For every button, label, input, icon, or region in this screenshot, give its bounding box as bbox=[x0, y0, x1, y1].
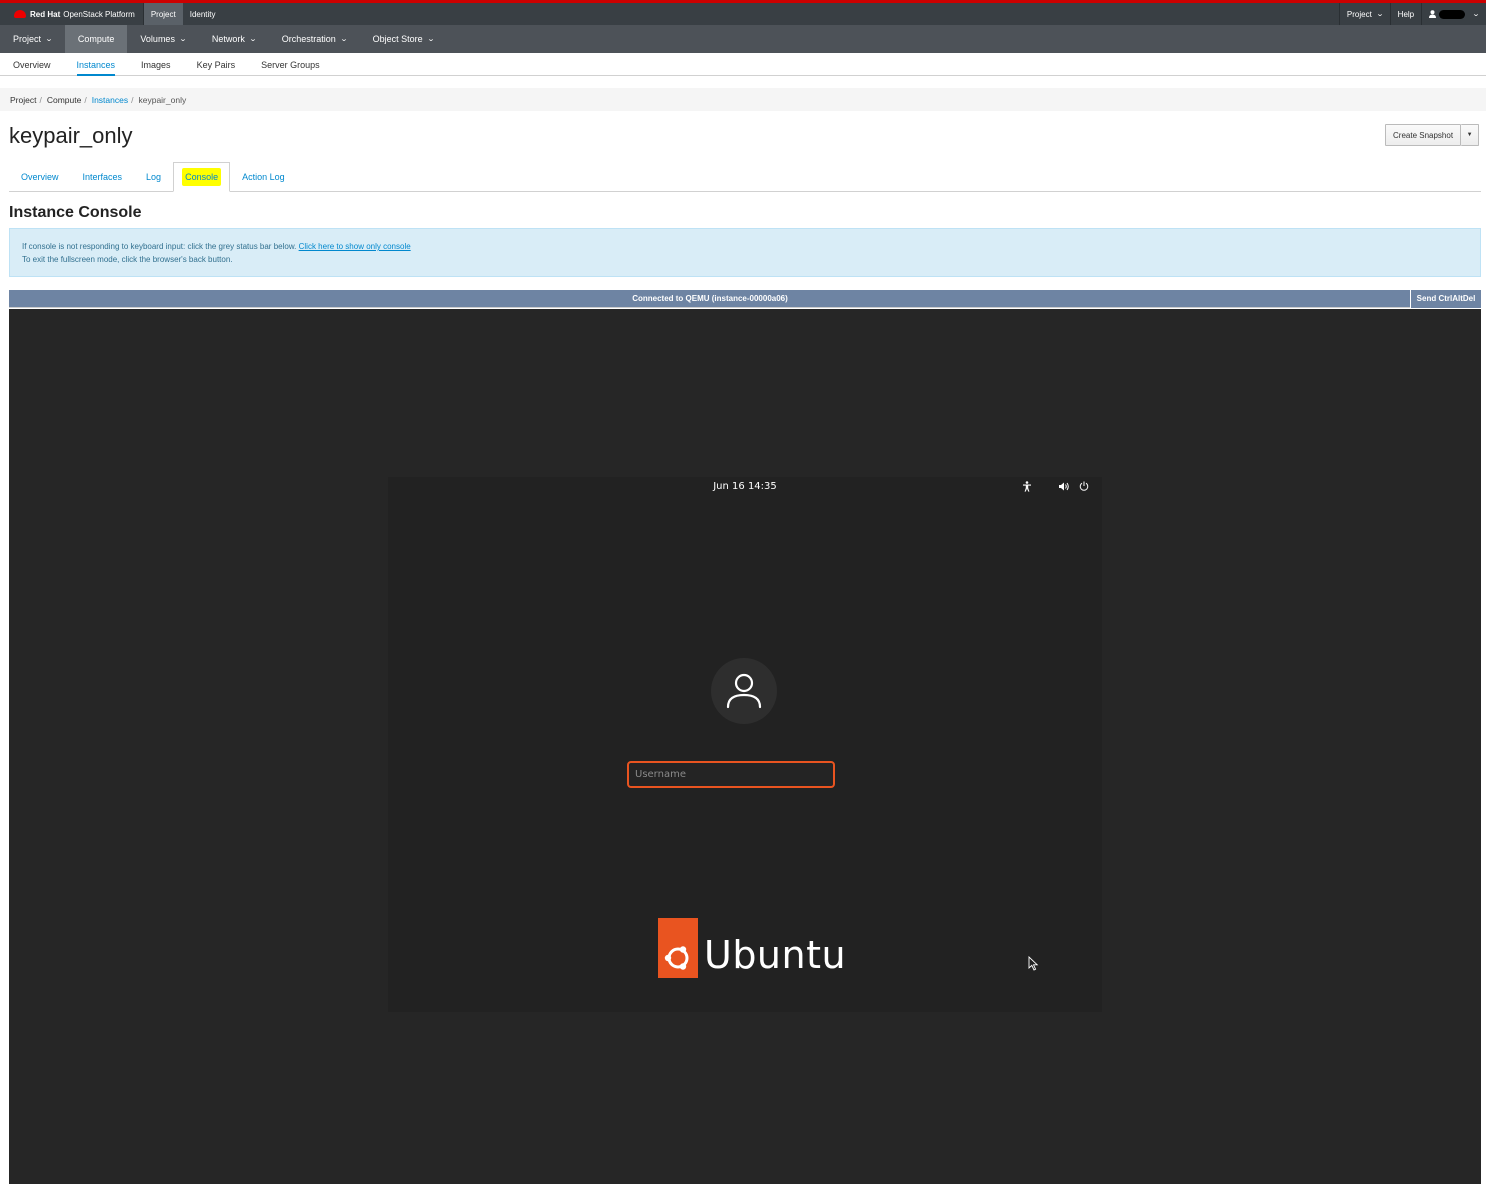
help-link[interactable]: Help bbox=[1389, 3, 1421, 25]
nav-network-label: Network bbox=[211, 34, 245, 44]
console-info-alert: If console is not responding to keyboard… bbox=[9, 228, 1481, 277]
chevron-down-icon: ⌄ bbox=[248, 36, 257, 43]
nav-volumes[interactable]: Volumes ⌄ bbox=[127, 25, 198, 53]
subnav-images[interactable]: Images bbox=[128, 53, 184, 76]
tab-console[interactable]: Console bbox=[173, 162, 231, 192]
nav-network[interactable]: Network ⌄ bbox=[199, 25, 269, 53]
vm-clock[interactable]: Jun 16 14:35 bbox=[388, 481, 1102, 492]
tab-log[interactable]: Log bbox=[134, 162, 173, 192]
redhat-icon bbox=[14, 10, 26, 18]
nav-volumes-label: Volumes bbox=[140, 34, 175, 44]
breadcrumb-separator: / bbox=[131, 94, 134, 105]
alert-line-2: To exit the fullscreen mode, click the b… bbox=[22, 255, 233, 264]
nav-orchestration-label: Orchestration bbox=[281, 34, 336, 44]
vm-login-screen[interactable]: Jun 16 14:35 Ubuntu bbox=[388, 477, 1102, 1012]
nav-orchestration[interactable]: Orchestration ⌄ bbox=[269, 25, 360, 53]
ubuntu-logo-icon bbox=[658, 918, 698, 978]
page-title: keypair_only bbox=[9, 123, 133, 148]
user-icon bbox=[1429, 10, 1437, 18]
top-right-menu: Project ⌄ Help ⌄ bbox=[1338, 3, 1486, 25]
tab-interfaces[interactable]: Interfaces bbox=[71, 162, 135, 192]
alert-text: If console is not responding to keyboard… bbox=[22, 242, 299, 251]
project-dropdown-label: Project bbox=[1346, 9, 1372, 19]
circle-of-friends-icon bbox=[664, 946, 689, 970]
breadcrumb-current: keypair_only bbox=[138, 94, 187, 105]
brand-text: OpenStack Platform bbox=[63, 9, 135, 19]
nav-object-store-label: Object Store bbox=[372, 34, 423, 44]
nav-object-store[interactable]: Object Store ⌄ bbox=[360, 25, 447, 53]
topnav-identity[interactable]: Identity bbox=[183, 3, 223, 25]
brand-strong: Red Hat bbox=[30, 9, 61, 19]
alert-line-1: If console is not responding to keyboard… bbox=[22, 240, 1468, 253]
user-icon bbox=[726, 673, 762, 709]
breadcrumb-instances[interactable]: Instances bbox=[92, 95, 128, 105]
console-status-text: Connected to QEMU (instance-00000a06) bbox=[632, 294, 788, 303]
breadcrumb-separator: / bbox=[39, 94, 42, 105]
console-status-bar[interactable]: Connected to QEMU (instance-00000a06) Se… bbox=[9, 290, 1481, 308]
user-avatar bbox=[711, 658, 777, 724]
snapshot-button-group: Create Snapshot ▼ bbox=[1385, 124, 1480, 146]
breadcrumb-project: Project bbox=[10, 94, 37, 105]
secondary-nav: Overview Instances Images Key Pairs Serv… bbox=[0, 53, 1486, 76]
primary-nav: Project ⌄ Compute Volumes ⌄ Network ⌄ Orche… bbox=[0, 25, 1486, 53]
breadcrumb-compute: Compute bbox=[46, 94, 82, 105]
create-snapshot-button[interactable]: Create Snapshot bbox=[1385, 124, 1462, 146]
nav-project[interactable]: Project ⌄ bbox=[0, 25, 65, 53]
subnav-instances[interactable]: Instances bbox=[64, 53, 129, 76]
nav-compute[interactable]: Compute bbox=[64, 25, 128, 53]
power-icon[interactable] bbox=[1079, 481, 1089, 491]
ubuntu-wordmark: Ubuntu bbox=[704, 933, 847, 977]
topnav-project[interactable]: Project bbox=[142, 3, 183, 25]
breadcrumb-separator: / bbox=[84, 94, 87, 105]
send-ctrl-alt-del-button[interactable]: Send CtrlAltDel bbox=[1410, 290, 1481, 308]
tab-action-log[interactable]: Action Log bbox=[230, 162, 297, 192]
username-input[interactable] bbox=[627, 761, 835, 788]
mouse-pointer-icon bbox=[1028, 956, 1039, 971]
chevron-down-icon: ⌄ bbox=[1471, 11, 1481, 18]
brand-logo[interactable]: Red Hat OpenStack Platform bbox=[0, 3, 143, 25]
nav-compute-label: Compute bbox=[77, 34, 115, 44]
instance-detail-tabs: Overview Interfaces Log Console Action L… bbox=[9, 162, 1481, 192]
volume-icon[interactable] bbox=[1059, 482, 1070, 491]
section-title: Instance Console bbox=[9, 204, 142, 221]
tab-console-label: Console bbox=[182, 168, 222, 186]
snapshot-actions-dropdown[interactable]: ▼ bbox=[1461, 124, 1480, 146]
subnav-server-groups[interactable]: Server Groups bbox=[248, 53, 333, 76]
subnav-key-pairs[interactable]: Key Pairs bbox=[184, 53, 249, 76]
accessibility-icon[interactable] bbox=[1022, 481, 1032, 492]
chevron-down-icon: ⌄ bbox=[426, 36, 435, 43]
user-menu[interactable]: ⌄ bbox=[1421, 3, 1486, 25]
show-only-console-link[interactable]: Click here to show only console bbox=[299, 242, 411, 251]
project-dropdown[interactable]: Project ⌄ bbox=[1338, 3, 1390, 25]
caret-down-icon: ▼ bbox=[1466, 132, 1473, 138]
redacted-username bbox=[1439, 9, 1466, 19]
nav-project-label: Project bbox=[13, 34, 42, 44]
chevron-down-icon: ⌄ bbox=[1375, 11, 1384, 18]
chevron-down-icon: ⌄ bbox=[44, 36, 54, 43]
breadcrumb: Project / Compute / Instances / keypair_onl… bbox=[0, 88, 1486, 111]
subnav-overview[interactable]: Overview bbox=[0, 53, 64, 76]
chevron-down-icon: ⌄ bbox=[178, 36, 188, 43]
top-bar: Red Hat OpenStack Platform Project Ident… bbox=[0, 0, 1486, 25]
chevron-down-icon: ⌄ bbox=[339, 36, 348, 43]
tab-overview[interactable]: Overview bbox=[9, 162, 71, 192]
